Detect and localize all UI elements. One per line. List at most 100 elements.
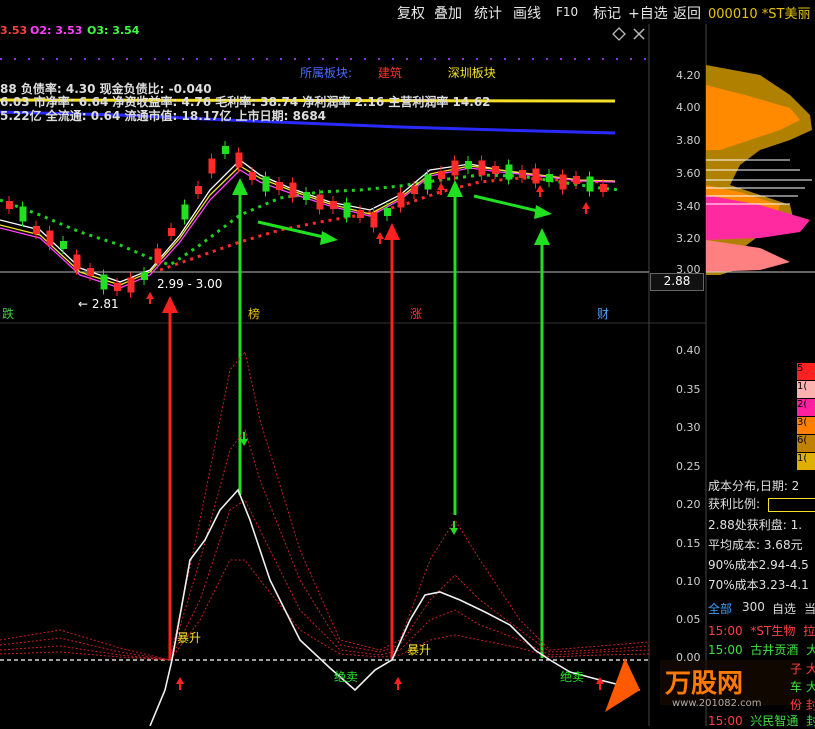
candle-body (141, 272, 148, 280)
signal-rise-label: 暴升 (177, 631, 202, 645)
candle-body (73, 254, 81, 270)
candle-body (100, 274, 108, 290)
event-tag-rise[interactable]: 涨 (410, 305, 422, 322)
candle-body (546, 174, 553, 182)
candle-body (559, 174, 567, 190)
tab-all[interactable]: 全部 (708, 600, 732, 617)
candle-body (168, 228, 175, 236)
candle-body (397, 192, 405, 208)
event-tag-fall[interactable]: 跌 (2, 305, 14, 322)
candle-body (532, 168, 540, 184)
signal-rise-label: 暴升 (407, 643, 432, 657)
candle-body (573, 176, 580, 184)
watermark-url: www.201082.com (672, 698, 762, 709)
candle-body (195, 186, 202, 194)
range-annotation: 2.99 - 3.00 (157, 277, 223, 291)
indicator-white-curve (149, 488, 641, 726)
cost-title: 成本分布,日期: 2 (708, 479, 800, 493)
candle-body (330, 201, 337, 209)
event-tag-rank[interactable]: 榜 (248, 305, 260, 322)
indicator-axis-label: 0.20 (676, 498, 701, 511)
watch-name: 车 (790, 680, 803, 694)
indicator-axis-label: 0.35 (676, 383, 701, 396)
candle-body (451, 160, 459, 176)
signal-sell-label: 绝卖 (334, 670, 359, 684)
info-line-float: 5.22亿 全流通: 0.64 流通市值: 18.17亿 上市日期: 8684 (0, 109, 327, 123)
green-arrow-up-3 (534, 228, 550, 658)
red-arrow-up-2 (384, 223, 400, 660)
candle-body (262, 176, 270, 192)
candle-body (181, 204, 189, 220)
tab-300[interactable]: 300 (742, 600, 765, 614)
candle-body (424, 174, 432, 190)
candle-body (303, 192, 310, 200)
price-axis-label: 4.00 (676, 101, 701, 114)
candle-body (519, 170, 526, 178)
red-dot-curve (159, 176, 601, 272)
candle-body (600, 184, 607, 192)
indicator-down-arrows (240, 432, 458, 535)
indicator-up-arrows (176, 677, 604, 690)
legend-swatch: 2( (797, 399, 815, 416)
profit-label-text: 获利比例: (708, 497, 761, 511)
watch-suffix: 封 (805, 698, 815, 712)
price-axis-label: 3.60 (676, 167, 701, 180)
candle-body (411, 186, 418, 194)
candle-body (46, 230, 54, 246)
candle-body (154, 248, 162, 264)
candle-body (249, 172, 256, 180)
watch-name: *ST生物 (750, 624, 796, 638)
watch-suffix: 大 (805, 680, 815, 694)
candle-body (438, 171, 445, 179)
legend-swatch: 1( (797, 453, 815, 470)
green-dot-curve (0, 173, 621, 267)
candle-body (60, 241, 67, 249)
watch-row[interactable]: 份 封 (790, 696, 815, 713)
watch-row[interactable]: 子 大 (790, 660, 815, 677)
candle-body (289, 182, 297, 198)
watch-name: 古井贡酒 (750, 643, 799, 657)
candle-body (87, 268, 94, 276)
watch-name: 份 (790, 698, 803, 712)
candle-body (127, 277, 135, 293)
price-axis-label: 3.20 (676, 232, 701, 245)
current-price-tag: 2.88 (650, 273, 704, 291)
candle-body (465, 161, 472, 169)
watch-row[interactable]: 15:00 古井贡酒 大 (708, 641, 815, 658)
ma-line-white (0, 159, 616, 283)
indicator-axis-label: 0.05 (676, 613, 701, 626)
candle-body (6, 201, 13, 209)
candle-body (33, 226, 40, 234)
profit-label: 获利比例: (708, 495, 815, 512)
profit-at-price: 2.88处获利盘: 1. (708, 518, 803, 532)
indicator-axis-label: 0.10 (676, 575, 701, 588)
watch-name: 子 (790, 662, 803, 676)
watch-row[interactable]: 15:00 *ST生物 拉 (708, 622, 815, 639)
red-arrow-up-1 (162, 296, 178, 660)
tab-current[interactable]: 当 (804, 600, 815, 617)
tab-watchlist[interactable]: 自选 (772, 600, 796, 617)
candle-body (384, 208, 391, 216)
candle-body (343, 202, 351, 218)
candle-body (370, 212, 378, 228)
candle-body (276, 182, 283, 190)
watermark-text: 万股网 (665, 669, 744, 699)
watch-suffix: 拉 (803, 624, 815, 638)
signal-sell-label: 绝卖 (560, 670, 585, 684)
candle-body (235, 152, 243, 168)
event-tag-finance[interactable]: 财 (597, 305, 609, 322)
candle-body (357, 210, 364, 218)
candle-body (114, 283, 121, 291)
avg-cost: 平均成本: 3.68元 (708, 538, 803, 552)
candle-body (316, 194, 324, 210)
watch-row[interactable]: 车 大 (790, 678, 815, 695)
cost-distribution (706, 65, 815, 275)
candle-body (492, 166, 499, 174)
green-arrow-up-2 (447, 180, 463, 515)
watch-row[interactable]: 15:00 兴民智通 封 (708, 712, 815, 729)
price-axis-label: 4.20 (676, 69, 701, 82)
legend-swatch: 3( (797, 417, 815, 434)
legend-swatch: 6( (797, 435, 815, 452)
green-arrow-diag-2 (473, 194, 552, 219)
candle-body (222, 146, 229, 154)
